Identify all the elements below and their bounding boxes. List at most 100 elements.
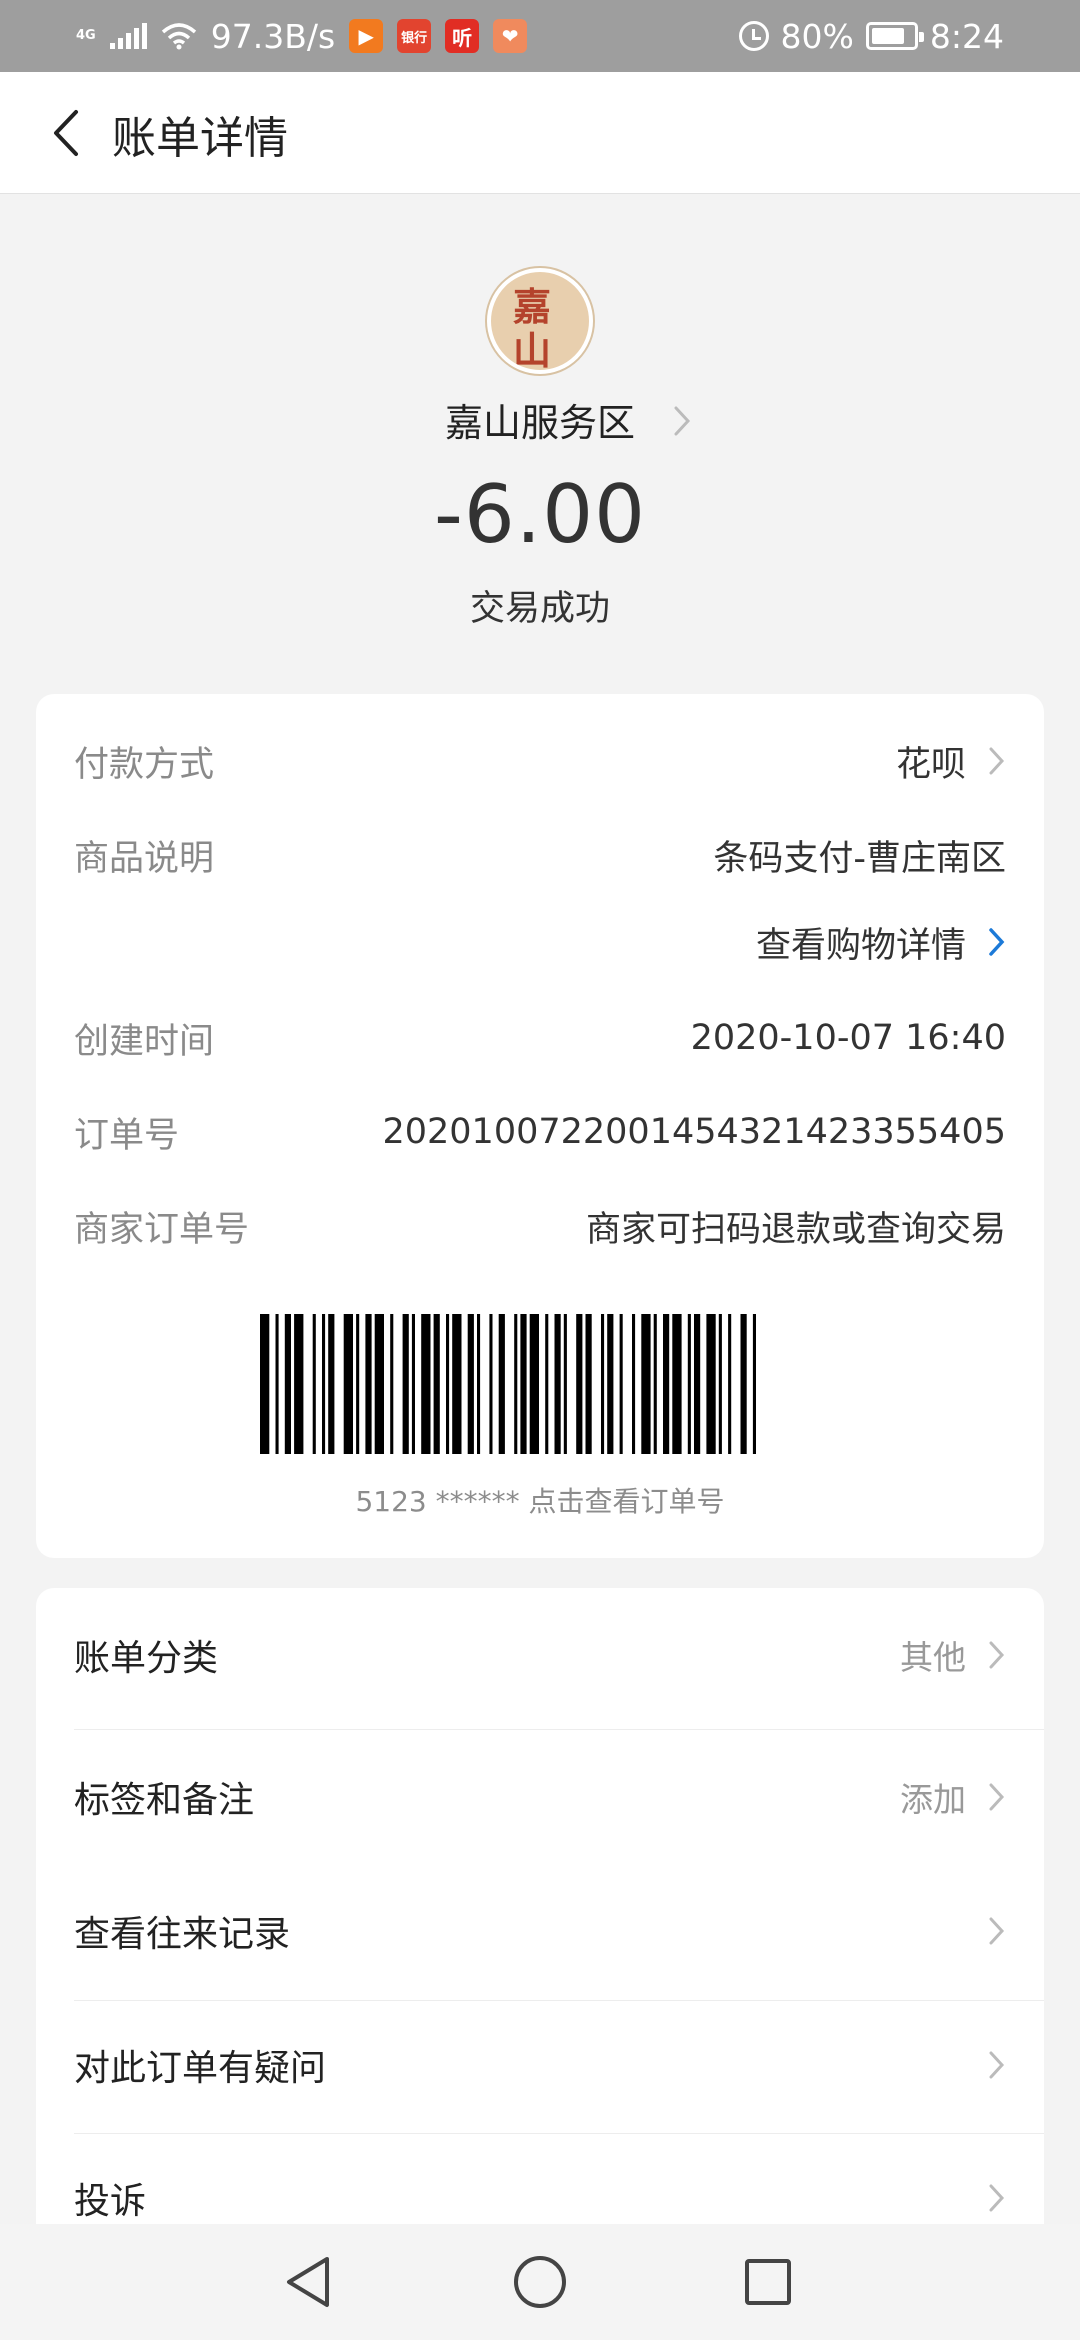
- barcode-bar: [520, 1314, 527, 1454]
- barcode-bar: [619, 1314, 623, 1454]
- signal-icon: [109, 23, 147, 49]
- merchant-order-label: 商家订单号: [74, 1209, 250, 1250]
- barcode-bar: [728, 1314, 732, 1454]
- barcode-bar: [489, 1314, 493, 1454]
- barcode-bar: [284, 1314, 291, 1454]
- product-value: 条码支付-曹庄南区: [713, 838, 1006, 879]
- transaction-amount: -6.00: [434, 468, 646, 561]
- barcode-bar: [529, 1314, 539, 1454]
- app-header: 账单详情: [0, 72, 1080, 194]
- barcode-bar: [411, 1314, 415, 1454]
- barcode-bar: [275, 1314, 279, 1454]
- nav-home-button[interactable]: [510, 2252, 570, 2312]
- barcode-bar: [740, 1314, 747, 1454]
- status-bar: 4G 97.3B/s ▶ 银行 听 ❤ 80% 8:24: [0, 0, 1080, 72]
- order-question-item[interactable]: 对此订单有疑问: [74, 1998, 1044, 2132]
- health-app-icon: ❤: [493, 19, 528, 53]
- barcode-bar: [718, 1314, 722, 1454]
- product-label: 商品说明: [74, 838, 215, 879]
- created-time-label: 创建时间: [74, 1021, 215, 1062]
- barcode-bar: [601, 1314, 605, 1454]
- barcode-bar: [452, 1314, 462, 1454]
- barcode-bar: [663, 1314, 670, 1454]
- nav-back-button[interactable]: [278, 2252, 338, 2312]
- network-speed: 97.3B/s: [210, 16, 336, 56]
- barcode-bar: [390, 1314, 394, 1454]
- shopping-details-link[interactable]: 查看购物详情: [74, 912, 1006, 972]
- barcode-bar: [343, 1314, 353, 1454]
- chevron-right-icon: [989, 928, 1005, 956]
- merchant-order-row: 商家订单号 商家可扫码退款或查询交易: [74, 1196, 1006, 1256]
- chevron-right-icon: [989, 1641, 1005, 1669]
- barcode-caption[interactable]: 5123 ****** 点击查看订单号: [36, 1480, 1044, 1520]
- barcode-bar: [752, 1314, 756, 1454]
- battery-icon: [865, 22, 924, 50]
- barcode-bar: [632, 1314, 636, 1454]
- chevron-right-icon: [674, 406, 691, 436]
- barcode[interactable]: [260, 1314, 824, 1454]
- chevron-right-icon: [989, 1783, 1005, 1811]
- barcode-bar: [554, 1314, 561, 1454]
- circle-home-icon: [514, 2256, 566, 2308]
- bill-category-label: 账单分类: [74, 1638, 219, 1679]
- payment-method-label: 付款方式: [74, 744, 215, 785]
- triangle-back-icon: [287, 2257, 329, 2307]
- complaint-label: 投诉: [74, 2181, 147, 2222]
- nav-recents-button[interactable]: [738, 2252, 798, 2312]
- chevron-left-icon: [54, 110, 78, 156]
- tags-notes-label: 标签和备注: [74, 1780, 255, 1821]
- merchant-order-value: 商家可扫码退款或查询交易: [585, 1209, 1006, 1250]
- barcode-bar: [694, 1314, 701, 1454]
- status-left: 4G 97.3B/s ▶ 银行 听 ❤: [76, 0, 528, 72]
- barcode-bar: [312, 1314, 316, 1454]
- barcode-bar: [433, 1314, 440, 1454]
- merchant-name[interactable]: 嘉山服务区: [0, 392, 1080, 447]
- history-label: 查看往来记录: [74, 1914, 291, 1955]
- barcode-bar: [446, 1314, 450, 1454]
- alarm-icon: [738, 21, 769, 51]
- system-nav-bar: [0, 2224, 1080, 2340]
- barcode-bar: [328, 1314, 335, 1454]
- back-button[interactable]: [30, 98, 100, 168]
- barcode-bar: [365, 1314, 372, 1454]
- barcode-bar: [467, 1314, 474, 1454]
- bill-category-item[interactable]: 账单分类 其他: [74, 1588, 1044, 1722]
- chevron-right-icon: [989, 2051, 1005, 2079]
- network-type: 4G: [76, 28, 96, 43]
- barcode-bar: [514, 1314, 518, 1454]
- history-item[interactable]: 查看往来记录: [74, 1864, 1044, 1998]
- transaction-status: 交易成功: [469, 589, 610, 629]
- tags-notes-value: 添加: [900, 1780, 966, 1819]
- order-number-row: 订单号 2020100722001454321423355405: [74, 1102, 1006, 1162]
- clock: 8:24: [929, 16, 1004, 56]
- created-time-value: 2020-10-07 16:40: [690, 1018, 1006, 1058]
- barcode-bar: [402, 1314, 409, 1454]
- video-app-icon: ▶: [349, 19, 384, 53]
- barcode-bar: [477, 1314, 481, 1454]
- barcode-bar: [672, 1314, 682, 1454]
- page-title: 账单详情: [112, 113, 288, 164]
- merchant-avatar[interactable]: 嘉 山: [487, 268, 593, 374]
- payment-method-row[interactable]: 付款方式 花呗: [74, 731, 1006, 791]
- barcode-bar: [687, 1314, 691, 1454]
- product-row: 商品说明 条码支付-曹庄南区: [74, 825, 1006, 885]
- order-number-label: 订单号: [74, 1115, 180, 1156]
- barcode-bar: [498, 1314, 505, 1454]
- barcode-bar: [563, 1314, 567, 1454]
- order-question-label: 对此订单有疑问: [74, 2048, 327, 2089]
- barcode-bar: [706, 1314, 716, 1454]
- barcode-bar: [322, 1314, 326, 1454]
- barcode-bar: [356, 1314, 360, 1454]
- payment-method-value: 花呗: [895, 744, 966, 785]
- chevron-right-icon: [989, 1917, 1005, 1945]
- square-recents-icon: [745, 2259, 791, 2305]
- barcode-bar: [653, 1314, 657, 1454]
- barcode-bar: [374, 1314, 384, 1454]
- barcode-bar: [421, 1314, 431, 1454]
- barcode-bar: [294, 1314, 304, 1454]
- chevron-right-icon: [989, 747, 1005, 775]
- barcode-bar: [545, 1314, 549, 1454]
- created-time-row: 创建时间 2020-10-07 16:40: [74, 1008, 1006, 1068]
- battery-percent: 80%: [780, 16, 854, 56]
- tags-notes-item[interactable]: 标签和备注 添加: [74, 1730, 1044, 1864]
